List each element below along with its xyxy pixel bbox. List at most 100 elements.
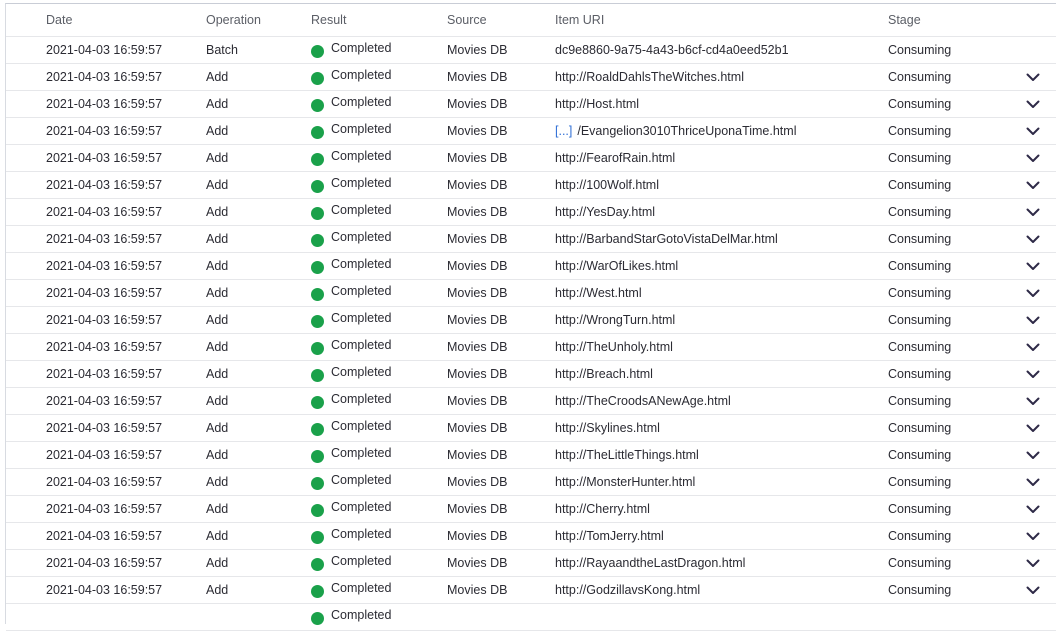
expand-row-button[interactable]: [1022, 172, 1044, 198]
source-cell: Movies DB: [447, 340, 508, 354]
column-header-source[interactable]: Source: [447, 4, 487, 36]
chevron-down-icon: [1026, 451, 1040, 459]
status-completed-icon: [311, 233, 324, 247]
column-header-stage[interactable]: Stage: [888, 4, 921, 36]
date-cell: 2021-04-03 16:59:57: [46, 286, 163, 300]
expand-row-button[interactable]: [1022, 415, 1044, 441]
expand-row-button[interactable]: [1022, 550, 1044, 576]
source-cell: Movies DB: [447, 178, 508, 192]
chevron-down-icon: [1026, 181, 1040, 189]
date-cell: 2021-04-03 16:59:57: [46, 124, 163, 138]
expand-row-button[interactable]: [1022, 91, 1044, 117]
expand-row-button[interactable]: [1022, 199, 1044, 225]
item-uri-cell: [...] /Evangelion3010ThriceUponaTime.htm…: [555, 118, 796, 144]
chevron-down-icon: [1026, 586, 1040, 594]
chevron-down-icon: [1026, 343, 1040, 351]
operation-cell: Add: [206, 151, 229, 165]
expand-row-button[interactable]: [1022, 253, 1044, 279]
result-cell: Completed: [311, 307, 391, 333]
table-row[interactable]: 2021-04-03 16:59:57 Add Completed Movies…: [6, 64, 1056, 91]
item-uri-cell: http://RoaldDahlsTheWitches.html: [555, 64, 744, 90]
item-uri-cell: http://West.html: [555, 280, 642, 306]
table-row[interactable]: 2021-04-03 16:59:57 Add Completed Movies…: [6, 118, 1056, 145]
result-cell: Completed: [311, 145, 391, 171]
chevron-down-icon: [1026, 289, 1040, 297]
date-cell: 2021-04-03 16:59:57: [46, 421, 163, 435]
expand-row-button[interactable]: [1022, 307, 1044, 333]
expand-row-button[interactable]: [1022, 334, 1044, 360]
expand-row-button[interactable]: [1022, 523, 1044, 549]
date-cell: 2021-04-03 16:59:57: [46, 475, 163, 489]
result-cell: Completed: [311, 64, 391, 90]
status-completed-icon: [311, 503, 324, 517]
expand-row-button[interactable]: [1022, 118, 1044, 144]
item-uri-cell: http://FearofRain.html: [555, 145, 675, 171]
expand-row-button[interactable]: [1022, 361, 1044, 387]
column-header-operation[interactable]: Operation: [206, 4, 261, 36]
table-row[interactable]: 2021-04-03 16:59:57 Add Completed Movies…: [6, 307, 1056, 334]
expand-row-button[interactable]: [1022, 145, 1044, 171]
column-header-result[interactable]: Result: [311, 4, 346, 36]
status-completed-icon: [311, 368, 324, 382]
expand-row-button[interactable]: [1022, 469, 1044, 495]
table-row[interactable]: 2021-04-03 16:59:57 Add Completed Movies…: [6, 550, 1056, 577]
source-cell: Movies DB: [447, 367, 508, 381]
table-row[interactable]: 2021-04-03 16:59:57 Add Completed Movies…: [6, 577, 1056, 604]
chevron-down-icon: [1026, 235, 1040, 243]
source-cell: Movies DB: [447, 583, 508, 597]
date-cell: 2021-04-03 16:59:57: [46, 502, 163, 516]
stage-cell: Consuming: [888, 421, 952, 435]
expand-row-button[interactable]: [1022, 226, 1044, 252]
status-completed-icon: [311, 44, 324, 58]
stage-cell: Consuming: [888, 43, 952, 57]
result-cell: Completed: [311, 91, 391, 117]
expand-row-button[interactable]: [1022, 577, 1044, 603]
item-uri-text: http://FearofRain.html: [555, 151, 676, 165]
operation-cell: Add: [206, 124, 229, 138]
stage-cell: Consuming: [888, 232, 952, 246]
date-cell: 2021-04-03 16:59:57: [46, 178, 163, 192]
result-cell: Completed: [311, 37, 391, 63]
expand-uri-link[interactable]: [...]: [555, 124, 572, 138]
status-label: Completed: [331, 473, 392, 487]
expand-row-button[interactable]: [1022, 280, 1044, 306]
table-row[interactable]: 2021-04-03 16:59:57 Add Completed Movies…: [6, 280, 1056, 307]
stage-cell: Consuming: [888, 97, 952, 111]
operation-cell: Add: [206, 394, 229, 408]
table-row[interactable]: 2021-04-03 16:59:57 Add Completed Movies…: [6, 415, 1056, 442]
table-row[interactable]: 2021-04-03 16:59:57 Add Completed Movies…: [6, 334, 1056, 361]
item-uri-text: http://Cherry.html: [555, 502, 650, 516]
status-completed-icon: [311, 206, 324, 220]
operation-cell: Add: [206, 313, 229, 327]
operation-cell: Add: [206, 367, 229, 381]
item-uri-text: dc9e8860-9a75-4a43-b6cf-cd4a0eed52b1: [555, 43, 789, 57]
expand-row-button[interactable]: [1022, 496, 1044, 522]
table-row[interactable]: 2021-04-03 16:59:57 Add Completed Movies…: [6, 361, 1056, 388]
table-row[interactable]: 2021-04-03 16:59:57 Add Completed Movies…: [6, 145, 1056, 172]
table-row[interactable]: 2021-04-03 16:59:57 Add Completed Movies…: [6, 226, 1056, 253]
operation-cell: Add: [206, 448, 229, 462]
date-cell: 2021-04-03 16:59:57: [46, 205, 163, 219]
table-row[interactable]: 2021-04-03 16:59:57 Add Completed Movies…: [6, 496, 1056, 523]
status-label: Completed: [331, 365, 392, 379]
source-cell: Movies DB: [447, 421, 508, 435]
item-uri-cell: http://GodzillavsKong.html: [555, 577, 700, 603]
table-row[interactable]: 2021-04-03 16:59:57 Add Completed Movies…: [6, 172, 1056, 199]
item-uri-cell: http://TheCroodsANewAge.html: [555, 388, 731, 414]
expand-row-button[interactable]: [1022, 64, 1044, 90]
column-header-item-uri[interactable]: Item URI: [555, 4, 604, 36]
table-row[interactable]: 2021-04-03 16:59:57 Add Completed Movies…: [6, 523, 1056, 550]
operation-cell: Add: [206, 340, 229, 354]
table-row[interactable]: Completed: [6, 604, 1056, 631]
table-row[interactable]: 2021-04-03 16:59:57 Add Completed Movies…: [6, 469, 1056, 496]
table-row[interactable]: 2021-04-03 16:59:57 Add Completed Movies…: [6, 91, 1056, 118]
table-row[interactable]: 2021-04-03 16:59:57 Add Completed Movies…: [6, 442, 1056, 469]
table-row[interactable]: 2021-04-03 16:59:57 Add Completed Movies…: [6, 253, 1056, 280]
source-cell: Movies DB: [447, 151, 508, 165]
table-row[interactable]: 2021-04-03 16:59:57 Add Completed Movies…: [6, 199, 1056, 226]
expand-row-button[interactable]: [1022, 442, 1044, 468]
column-header-date[interactable]: Date: [46, 4, 72, 36]
expand-row-button[interactable]: [1022, 388, 1044, 414]
table-row[interactable]: 2021-04-03 16:59:57 Batch Completed Movi…: [6, 37, 1056, 64]
table-row[interactable]: 2021-04-03 16:59:57 Add Completed Movies…: [6, 388, 1056, 415]
